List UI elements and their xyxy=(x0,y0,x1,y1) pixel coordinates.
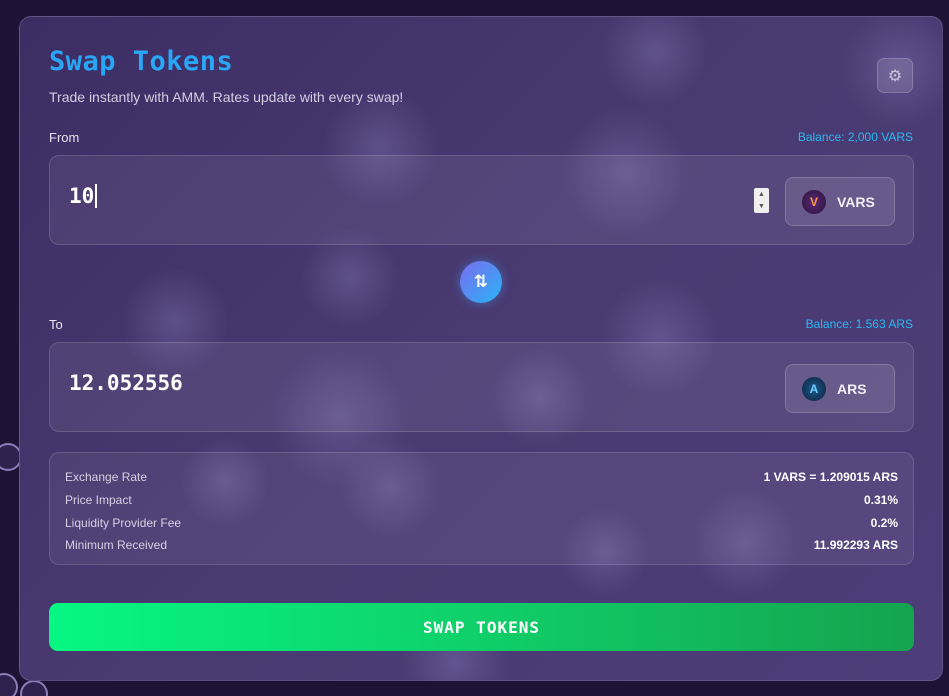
from-balance: Balance: 2,000 VARS xyxy=(797,130,913,144)
gear-icon: ⚙ xyxy=(887,67,903,85)
detail-value: 0.2% xyxy=(870,515,898,530)
page-title: Swap Tokens xyxy=(49,46,234,77)
detail-row: Exchange Rate 1 VARS = 1.209015 ARS xyxy=(65,466,898,489)
to-balance: Balance: 1.563 ARS xyxy=(805,317,913,331)
detail-key: Minimum Received xyxy=(65,538,168,553)
page-subtitle: Trade instantly with AMM. Rates update w… xyxy=(49,89,404,105)
swap-card: Swap Tokens Trade instantly with AMM. Ra… xyxy=(19,16,943,681)
detail-row: Minimum Received 11.992293 ARS xyxy=(65,534,898,557)
detail-row: Price Impact 0.31% xyxy=(65,489,898,512)
text-caret xyxy=(95,184,98,208)
from-token-selector[interactable]: V VARS xyxy=(785,177,895,226)
from-field: 10 ▲ ▼ V VARS xyxy=(49,155,914,245)
detail-value: 0.31% xyxy=(863,493,898,508)
detail-key: Exchange Rate xyxy=(65,470,148,485)
ars-token-icon: A xyxy=(802,376,826,401)
vars-token-icon: V xyxy=(802,189,826,214)
to-token-label: ARS xyxy=(837,380,867,397)
from-amount-value: 10 xyxy=(69,184,95,208)
to-amount-output: 12.052556 xyxy=(69,371,183,395)
background-circle xyxy=(0,673,18,696)
settings-button[interactable]: ⚙ xyxy=(877,58,913,93)
spinner-down-icon[interactable]: ▼ xyxy=(758,203,765,210)
from-token-label: VARS xyxy=(837,193,875,210)
to-label: To xyxy=(49,317,63,332)
from-label: From xyxy=(49,130,80,145)
detail-key: Liquidity Provider Fee xyxy=(65,515,182,530)
swap-details: Exchange Rate 1 VARS = 1.209015 ARS Pric… xyxy=(49,452,914,565)
background-circle xyxy=(20,680,48,696)
swap-direction-button[interactable]: ⇅ xyxy=(460,261,502,303)
swap-arrows-icon: ⇅ xyxy=(473,272,489,291)
to-token-selector[interactable]: A ARS xyxy=(785,364,895,413)
detail-row: Liquidity Provider Fee 0.2% xyxy=(65,511,898,534)
detail-value: 11.992293 ARS xyxy=(813,538,898,553)
detail-key: Price Impact xyxy=(65,493,132,508)
spinner-up-icon[interactable]: ▲ xyxy=(758,191,765,198)
swap-tokens-button[interactable]: SWAP TOKENS xyxy=(49,603,914,651)
from-amount-input[interactable]: 10 xyxy=(69,184,98,208)
number-spinner[interactable]: ▲ ▼ xyxy=(754,188,769,213)
detail-value: 1 VARS = 1.209015 ARS xyxy=(763,470,898,485)
to-field: 12.052556 A ARS xyxy=(49,342,914,432)
